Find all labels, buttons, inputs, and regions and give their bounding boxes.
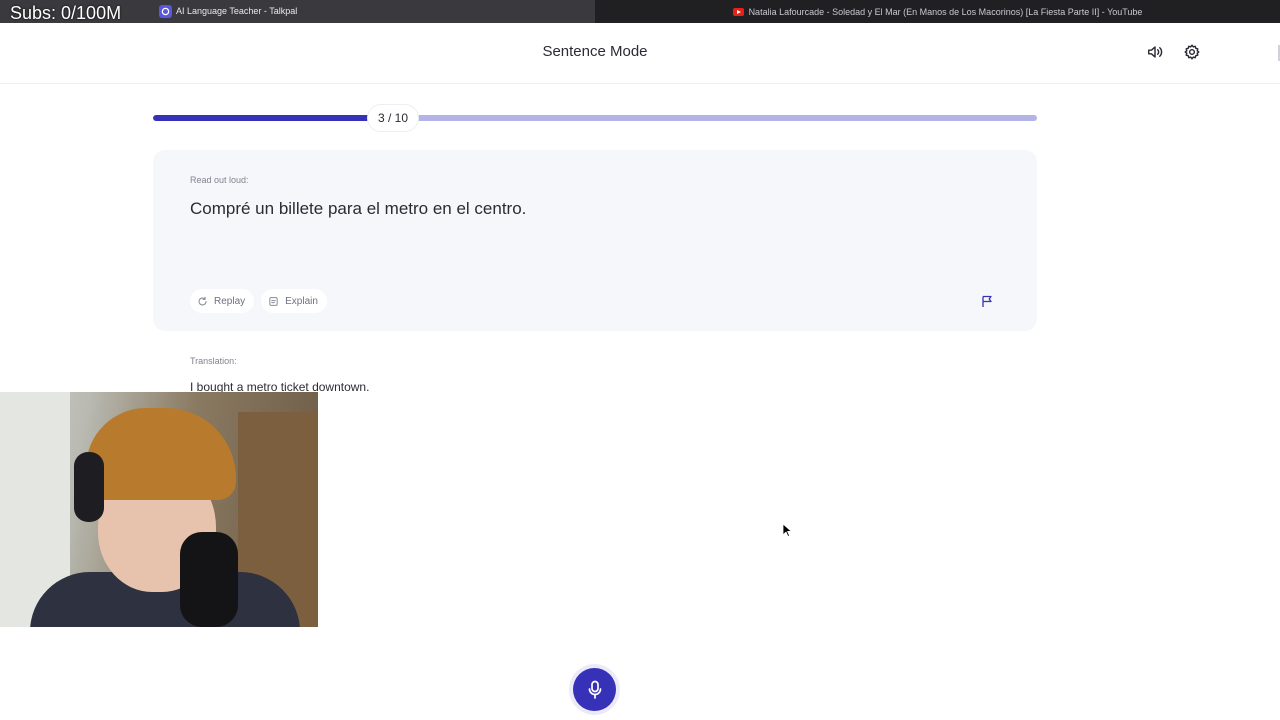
explain-button[interactable]: Explain	[261, 289, 327, 313]
speaker-icon[interactable]	[1145, 42, 1165, 62]
tab-talkpal-title: AI Language Teacher - Talkpal	[176, 6, 298, 16]
gear-icon[interactable]	[1182, 42, 1202, 62]
youtube-icon	[732, 7, 744, 16]
microphone-button[interactable]	[573, 668, 616, 711]
tab-talkpal-title-wrap: AI Language Teacher - Talkpal	[159, 4, 297, 18]
instruction-label: Read out loud:	[190, 175, 249, 185]
webcam-overlay	[0, 392, 318, 627]
replay-icon	[196, 295, 208, 307]
replay-label: Replay	[214, 295, 246, 307]
translation-label: Translation:	[190, 356, 237, 366]
tab-youtube-title: Natalia Lafourcade - Soledad y El Mar (E…	[748, 6, 1143, 17]
progress-fill	[153, 115, 370, 121]
lesson-progress: 3 / 10	[153, 104, 1037, 132]
subs-counter-overlay: Subs: 0/100M	[10, 3, 122, 23]
replay-button[interactable]: Replay	[190, 289, 255, 313]
explain-icon	[267, 295, 279, 307]
progress-counter: 3 / 10	[367, 104, 419, 132]
explain-label: Explain	[285, 295, 318, 307]
mouse-cursor	[782, 523, 792, 537]
tab-youtube[interactable]: Natalia Lafourcade - Soledad y El Mar (E…	[595, 0, 1280, 23]
progress-track	[153, 115, 1037, 121]
target-sentence: Compré un billete para el metro en el ce…	[190, 199, 527, 218]
microphone-icon	[588, 680, 601, 699]
talkpal-icon	[159, 4, 172, 18]
browser-tab-strip: AI Language Teacher - Talkpal Natalia La…	[0, 0, 1280, 23]
sentence-card: Read out loud: Compré un billete para el…	[153, 150, 1037, 331]
app-header: Sentence Mode	[0, 23, 1280, 84]
card-actions: Replay Explain	[190, 289, 327, 313]
page-title: Sentence Mode	[542, 43, 648, 60]
flag-icon[interactable]	[977, 291, 997, 311]
